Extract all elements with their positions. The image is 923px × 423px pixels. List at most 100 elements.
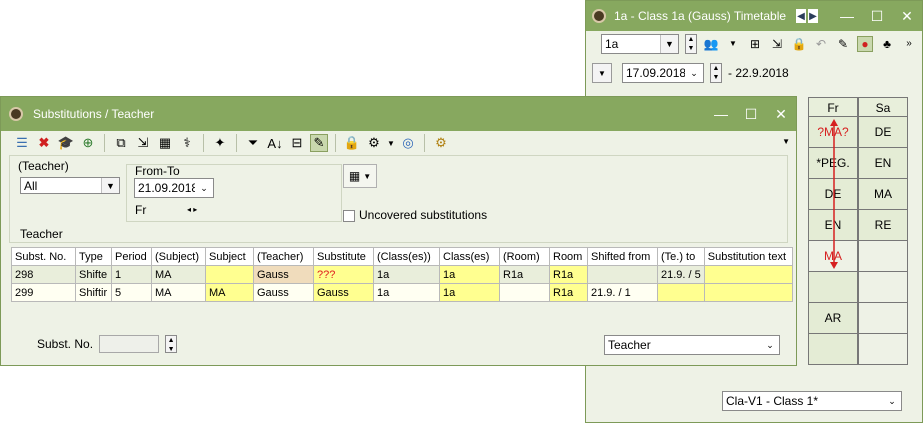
next-arrow-icon[interactable]: ▶	[808, 9, 818, 23]
lesson-cell[interactable]: DE	[858, 117, 908, 148]
calendar-view-button[interactable]: ▦ ▼	[343, 164, 377, 188]
table-cell[interactable]	[703, 283, 793, 302]
table-cell[interactable]: 298	[11, 265, 76, 284]
table-cell[interactable]	[205, 265, 254, 284]
export-icon[interactable]: ⇲	[769, 36, 785, 52]
subst-number-input[interactable]	[99, 335, 160, 353]
chevron-down-icon[interactable]: ▼	[782, 137, 790, 146]
gear-icon[interactable]: ⚙	[432, 134, 450, 152]
uncovered-checkbox[interactable]: Uncovered substitutions	[343, 208, 487, 222]
pin-icon[interactable]: ●	[857, 36, 873, 52]
timetable-title-bar[interactable]: 1a - Class 1a (Gauss) Timetable ◀ ▶ — ☐ …	[586, 1, 922, 31]
table-cell[interactable]: 1a	[439, 283, 500, 302]
sort-icon[interactable]: A↓	[266, 134, 284, 152]
date-spinner[interactable]: ▲ ▼	[710, 63, 722, 83]
lesson-cell[interactable]	[858, 303, 908, 334]
lesson-cell[interactable]	[858, 334, 908, 365]
chevron-down-icon[interactable]: ▼	[660, 35, 678, 53]
column-header[interactable]: Shifted from	[587, 247, 658, 266]
table-cell[interactable]: Gauss	[253, 265, 314, 284]
column-header[interactable]: Room	[549, 247, 588, 266]
table-cell[interactable]: Shifte	[75, 265, 112, 284]
column-header[interactable]: (Te.) to	[657, 247, 705, 266]
table-cell[interactable]: MA	[205, 283, 254, 302]
table-cell[interactable]: 21.9. / 5	[657, 265, 705, 284]
close-button[interactable]: ✕	[892, 8, 922, 25]
stethoscope-icon[interactable]: ⚕	[178, 134, 196, 152]
timetable-format-select[interactable]: Cla-V1 - Class 1* ⌄	[722, 391, 902, 411]
chevron-down-icon[interactable]: ▼	[387, 134, 395, 152]
globe-icon[interactable]: ◎	[399, 134, 417, 152]
table-cell[interactable]: 299	[11, 283, 76, 302]
column-header[interactable]: (Teacher)	[253, 247, 314, 266]
teachers-icon[interactable]: 👥	[703, 36, 719, 52]
class-spinner[interactable]: ▲ ▼	[685, 34, 697, 54]
table-cell[interactable]	[499, 283, 550, 302]
table-cell[interactable]: 1	[111, 265, 152, 284]
table-cell[interactable]: 1a	[373, 283, 440, 302]
copy-icon[interactable]: ⧉	[112, 134, 130, 152]
lesson-cell[interactable]	[808, 334, 858, 365]
column-header[interactable]: (Subject)	[151, 247, 206, 266]
checkbox-box[interactable]	[343, 209, 355, 222]
lesson-cell[interactable]: RE	[858, 210, 908, 241]
minimize-button[interactable]: —	[706, 106, 736, 122]
chevron-down-icon[interactable]: ⌄	[685, 64, 703, 82]
column-header[interactable]: Subst. No.	[11, 247, 76, 266]
lesson-cell[interactable]: AR	[808, 303, 858, 334]
maximize-button[interactable]: ☐	[736, 106, 766, 123]
add-record-icon[interactable]: ⊕	[79, 134, 97, 152]
table-cell[interactable]: 1a	[373, 265, 440, 284]
lock-icon[interactable]: 🔒	[791, 36, 807, 52]
column-header[interactable]: Class(es)	[439, 247, 500, 266]
table-cell[interactable]: Gauss	[313, 283, 374, 302]
column-header[interactable]: (Class(es))	[373, 247, 440, 266]
column-header[interactable]: (Room)	[499, 247, 550, 266]
chevron-down-icon[interactable]: ▼	[101, 178, 119, 193]
column-header[interactable]: Period	[111, 247, 152, 266]
class-select[interactable]: 1a ▼	[601, 34, 679, 54]
edit-icon[interactable]: ✎	[835, 36, 851, 52]
chevron-down-icon[interactable]: ⌄	[883, 392, 901, 410]
maximize-button[interactable]: ☐	[862, 8, 892, 25]
expand-button[interactable]: ▼	[592, 63, 612, 83]
table-cell[interactable]: R1a	[549, 265, 588, 284]
dropdown-icon[interactable]: ▼	[725, 36, 741, 52]
more-icon[interactable]: »	[901, 36, 917, 52]
undo-icon[interactable]: ↶	[813, 36, 829, 52]
lesson-cell[interactable]	[808, 272, 858, 303]
minimize-button[interactable]: —	[832, 8, 862, 24]
table-cell[interactable]: 21.9. / 1	[587, 283, 658, 302]
table-cell[interactable]	[587, 265, 658, 284]
graduation-cap-icon[interactable]: 🎓	[57, 134, 75, 152]
grid-add-icon[interactable]: ⊞	[747, 36, 763, 52]
table-cell[interactable]: 5	[111, 283, 152, 302]
people-icon[interactable]: ♣	[879, 36, 895, 52]
settings-dropdown-icon[interactable]: ⚙	[365, 134, 383, 152]
table-cell[interactable]: R1a	[499, 265, 550, 284]
table-cell[interactable]	[657, 283, 705, 302]
table-cell[interactable]: Gauss	[253, 283, 314, 302]
substitutions-title-bar[interactable]: Substitutions / Teacher — ☐ ✕	[1, 97, 796, 131]
chevron-down-icon[interactable]: ⌄	[761, 336, 779, 354]
calculator-icon[interactable]: ▦	[156, 134, 174, 152]
filter-icon[interactable]: ⏷	[244, 134, 262, 152]
table-cell[interactable]	[703, 265, 793, 284]
table-cell[interactable]: 1a	[439, 265, 500, 284]
column-header[interactable]: Subject	[205, 247, 254, 266]
table-cell[interactable]: R1a	[549, 283, 588, 302]
close-button[interactable]: ✕	[766, 106, 796, 123]
teacher-select[interactable]: All ▼	[20, 177, 120, 194]
column-header[interactable]: Substitution text	[703, 247, 793, 266]
table-cell[interactable]: MA	[151, 265, 206, 284]
export-icon[interactable]: ⇲	[134, 134, 152, 152]
date-from-picker[interactable]: 17.09.2018 ⌄	[622, 63, 704, 83]
table-row[interactable]: 298 Shifte 1 MA Gauss ??? 1a 1a R1a R1a …	[11, 265, 793, 284]
previous-arrow-icon[interactable]: ◀	[796, 9, 806, 23]
lesson-cell[interactable]	[858, 272, 908, 303]
lesson-cell[interactable]: MA	[858, 179, 908, 210]
column-header[interactable]: Substitute	[313, 247, 374, 266]
columns-icon[interactable]: ⊟	[288, 134, 306, 152]
list-icon[interactable]: ☰	[13, 134, 31, 152]
lesson-cell[interactable]	[858, 241, 908, 272]
